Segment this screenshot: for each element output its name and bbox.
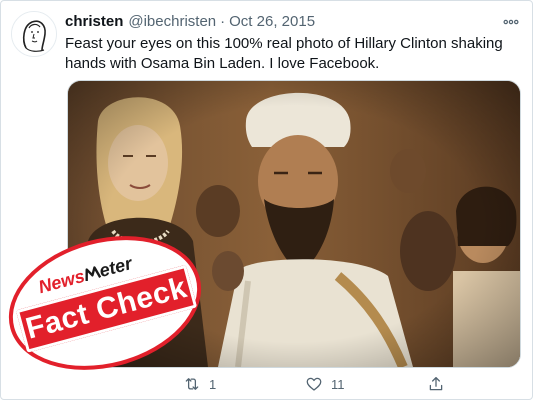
more-options-button[interactable] <box>500 11 522 33</box>
retweet-button[interactable]: 1 <box>183 373 216 395</box>
avatar[interactable] <box>11 11 57 57</box>
user-handle[interactable]: @ibechristen <box>128 12 216 32</box>
sketch-portrait-avatar-icon <box>12 12 56 56</box>
tweet-header: christen @ibechristen · Oct 26, 2015 <box>65 11 522 33</box>
tweet-card: christen @ibechristen · Oct 26, 2015 Fea… <box>0 0 533 400</box>
retweet-count: 1 <box>209 376 217 392</box>
tweet-text: Feast your eyes on this 100% real photo … <box>65 35 503 72</box>
share-icon <box>429 376 443 391</box>
share-button[interactable] <box>427 373 453 395</box>
heart-icon <box>306 377 322 391</box>
like-count: 11 <box>331 376 345 392</box>
tweet-actions: 1 11 <box>65 373 522 395</box>
retweet-icon <box>185 378 199 390</box>
display-name[interactable]: christen <box>65 12 123 32</box>
timestamp-link[interactable]: Oct 26, 2015 <box>229 12 315 32</box>
like-button[interactable]: 11 <box>305 373 345 395</box>
separator-dot: · <box>220 13 226 30</box>
more-horizontal-icon <box>503 19 519 25</box>
